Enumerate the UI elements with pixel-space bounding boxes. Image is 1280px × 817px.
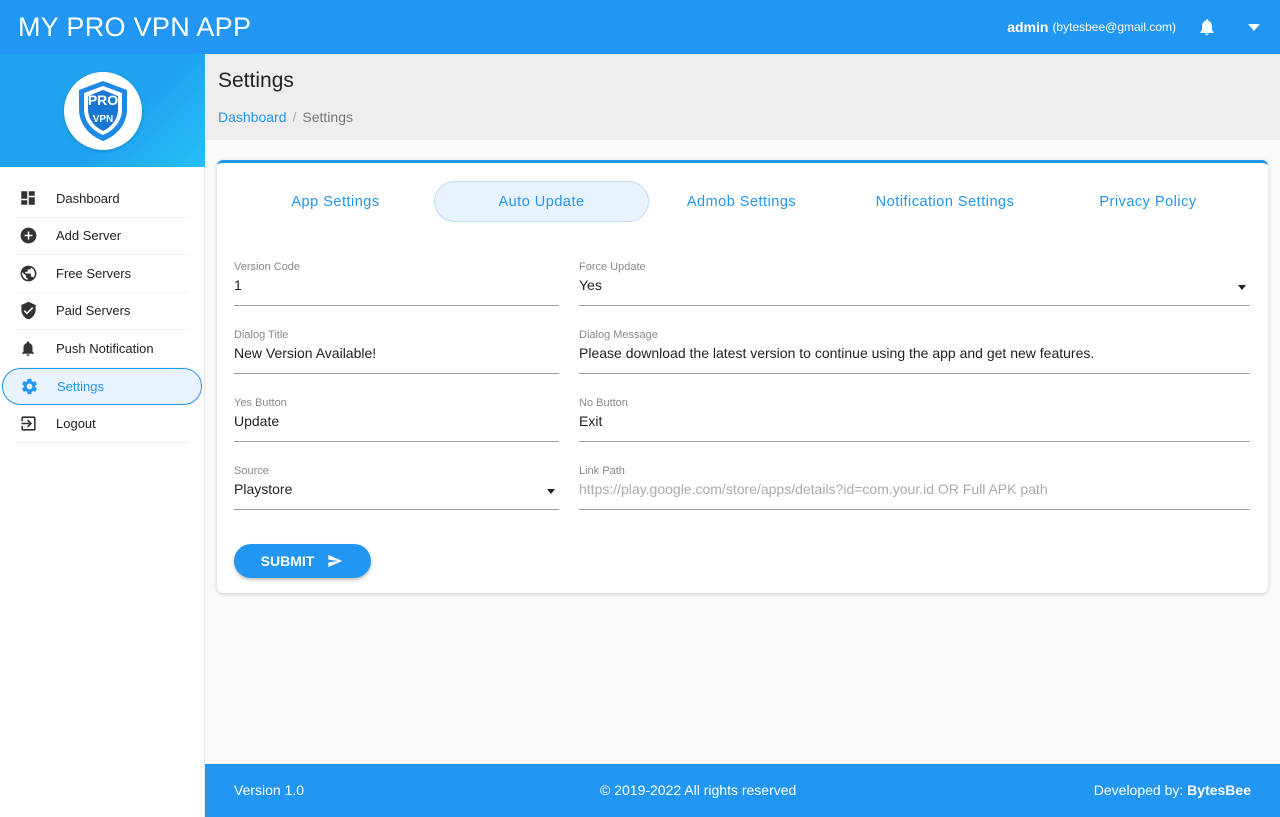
- dashboard-icon: [19, 188, 47, 208]
- breadcrumb: Dashboard / Settings: [218, 109, 353, 125]
- no-button-field[interactable]: No Button Exit: [579, 397, 1250, 445]
- user-name[interactable]: admin: [1007, 19, 1048, 35]
- tab-admob-settings[interactable]: Admob Settings: [645, 181, 838, 222]
- app-title: MY PRO VPN APP: [18, 11, 252, 42]
- version-code-label: Version Code: [234, 261, 301, 273]
- field-underline: [579, 305, 1250, 306]
- footer-developer: Developed by: BytesBee: [1094, 782, 1251, 798]
- footer: Version 1.0 © 2019-2022 All rights reser…: [205, 764, 1280, 817]
- source-select[interactable]: Source Playstore: [234, 465, 559, 513]
- settings-tabs: App Settings Auto Update Admob Settings …: [217, 181, 1268, 223]
- sidebar-item-logout[interactable]: Logout: [15, 405, 189, 443]
- dropdown-arrow-icon[interactable]: [1238, 285, 1246, 290]
- shield-check-icon: [19, 301, 47, 321]
- page-title: Settings: [218, 69, 294, 92]
- logo-text-top: PRO: [87, 92, 117, 108]
- sidebar-item-label: Add Server: [56, 228, 122, 244]
- dialog-title-field[interactable]: Dialog Title New Version Available!: [234, 329, 559, 377]
- footer-developed-label: Developed by:: [1093, 782, 1184, 798]
- sidebar-item-settings[interactable]: Settings: [2, 367, 202, 405]
- yes-button-field[interactable]: Yes Button Update: [234, 397, 559, 445]
- source-label: Source: [234, 465, 269, 477]
- footer-version: Version 1.0: [234, 782, 305, 798]
- link-path-field[interactable]: Link Path https://play.google.com/store/…: [579, 465, 1250, 513]
- tab-notification-settings[interactable]: Notification Settings: [840, 181, 1050, 222]
- source-value[interactable]: Playstore: [234, 481, 559, 503]
- settings-card: App Settings Auto Update Admob Settings …: [217, 160, 1268, 593]
- dropdown-arrow-icon[interactable]: [547, 489, 555, 494]
- add-circle-icon: [19, 226, 47, 246]
- sidebar-item-paid-servers[interactable]: Paid Servers: [15, 293, 189, 330]
- page-header: Settings Dashboard / Settings: [206, 54, 1280, 140]
- logout-icon: [19, 413, 47, 433]
- field-underline: [579, 441, 1250, 442]
- tab-privacy-policy[interactable]: Privacy Policy: [1050, 181, 1246, 222]
- sidebar-item-add-server[interactable]: Add Server: [15, 218, 189, 255]
- tab-auto-update[interactable]: Auto Update: [434, 181, 649, 222]
- field-underline: [234, 509, 559, 510]
- sidebar-item-label: Free Servers: [56, 265, 132, 281]
- sidebar-item-label: Settings: [57, 378, 104, 394]
- sidebar-item-free-servers[interactable]: Free Servers: [15, 255, 189, 293]
- link-path-label: Link Path: [579, 465, 625, 477]
- sidebar-item-label: Push Notification: [56, 340, 154, 356]
- submit-label: SUBMIT: [260, 553, 315, 569]
- dialog-title-input[interactable]: New Version Available!: [234, 345, 559, 367]
- yes-button-label: Yes Button: [234, 397, 287, 409]
- sidebar-item-label: Logout: [56, 415, 96, 431]
- sidebar-nav: Dashboard Add Server Free Servers Paid S…: [0, 180, 204, 443]
- footer-copyright: © 2019-2022 All rights reserved: [600, 782, 797, 798]
- breadcrumb-separator: /: [292, 109, 297, 125]
- sidebar-header: PRO VPN: [0, 54, 205, 167]
- sidebar-item-dashboard[interactable]: Dashboard: [15, 180, 189, 218]
- breadcrumb-dashboard-link[interactable]: Dashboard: [218, 109, 287, 125]
- tab-app-settings[interactable]: App Settings: [234, 181, 437, 222]
- field-underline: [579, 509, 1250, 510]
- chevron-down-icon[interactable]: [1248, 23, 1260, 31]
- top-app-bar: MY PRO VPN APP admin (bytesbee@gmail.com…: [0, 0, 1280, 54]
- user-menu[interactable]: admin (bytesbee@gmail.com): [1007, 0, 1260, 54]
- no-button-label: No Button: [579, 397, 628, 409]
- bell-icon: [19, 338, 47, 358]
- submit-button[interactable]: SUBMIT: [234, 544, 371, 578]
- field-underline: [234, 305, 559, 306]
- sidebar-item-push-notification[interactable]: Push Notification: [15, 330, 189, 368]
- field-underline: [234, 441, 559, 442]
- dialog-message-input[interactable]: Please download the latest version to co…: [579, 345, 1250, 367]
- user-email[interactable]: (bytesbee@gmail.com): [1052, 20, 1176, 34]
- dialog-message-field[interactable]: Dialog Message Please download the lates…: [579, 329, 1250, 377]
- vpn-shield-logo-icon: PRO VPN: [78, 80, 127, 141]
- force-update-select[interactable]: Force Update Yes: [579, 261, 1250, 309]
- send-icon: [326, 553, 344, 569]
- link-path-input[interactable]: https://play.google.com/store/apps/detai…: [579, 481, 1250, 503]
- gear-icon: [20, 376, 48, 396]
- yes-button-input[interactable]: Update: [234, 413, 559, 435]
- no-button-input[interactable]: Exit: [579, 413, 1250, 435]
- app-logo: PRO VPN: [63, 71, 142, 150]
- globe-icon: [19, 263, 47, 283]
- dialog-title-label: Dialog Title: [234, 329, 289, 341]
- bell-icon[interactable]: [1196, 15, 1218, 39]
- sidebar-item-label: Dashboard: [56, 190, 120, 206]
- version-code-field[interactable]: Version Code 1: [234, 261, 559, 309]
- force-update-label: Force Update: [579, 261, 646, 273]
- force-update-value[interactable]: Yes: [579, 277, 1250, 299]
- dialog-message-label: Dialog Message: [579, 329, 658, 341]
- field-underline: [234, 373, 559, 374]
- breadcrumb-current: Settings: [302, 109, 353, 125]
- sidebar-item-label: Paid Servers: [56, 303, 131, 319]
- logo-text-bottom: VPN: [92, 114, 113, 125]
- sidebar: PRO VPN Dashboard Add Server Free Server…: [0, 54, 205, 817]
- version-code-input[interactable]: 1: [234, 277, 559, 299]
- field-underline: [579, 373, 1250, 374]
- footer-developer-name[interactable]: BytesBee: [1187, 782, 1251, 798]
